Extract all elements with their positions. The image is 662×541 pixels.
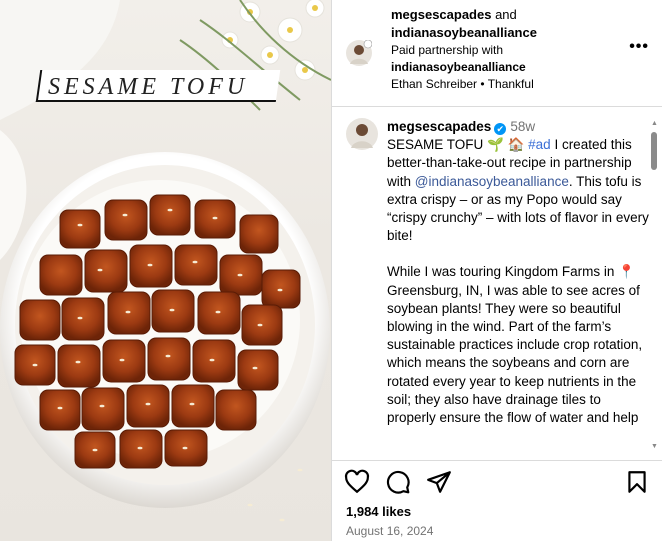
post-detail-panel: megsescapades and indianasoybeanalliance… — [331, 0, 662, 541]
caption-paragraph-2-rest: Greensburg, IN, I was able to see acres … — [387, 282, 643, 426]
caption-author-avatar[interactable] — [346, 118, 378, 150]
coauthor-username[interactable]: indianasoybeanalliance — [391, 24, 537, 42]
image-title: SESAME TOFU — [48, 74, 249, 100]
caption-paragraph-2-text: While I was touring Kingdom Farms in — [387, 264, 619, 280]
location-pin-icon: 📍 — [618, 264, 635, 280]
and-text: and — [491, 7, 517, 22]
post-time[interactable]: 58w — [510, 119, 535, 134]
likes-count[interactable]: 1,984 likes — [346, 504, 411, 519]
scroll-up-arrow-icon[interactable]: ▲ — [651, 120, 658, 127]
like-heart-icon[interactable] — [344, 469, 370, 495]
caption-scrollbar[interactable]: ▲ ▼ — [650, 120, 658, 450]
caption-username[interactable]: megsescapades — [387, 119, 491, 134]
share-send-icon[interactable] — [426, 469, 452, 495]
mention-link[interactable]: @indianasoybeanalliance — [415, 174, 569, 189]
author-username[interactable]: megsescapades — [391, 7, 491, 22]
post-image[interactable]: SESAME TOFU — [0, 0, 331, 541]
author-avatar[interactable] — [346, 40, 372, 66]
caption-text: megsescapades ✔ 58w SESAME TOFU 🌱 🏠 #ad I … — [387, 118, 649, 427]
partner-name[interactable]: indianasoybeanalliance — [391, 59, 537, 76]
more-options-button[interactable]: ••• — [629, 38, 649, 56]
save-bookmark-icon[interactable] — [624, 469, 650, 495]
caption-paragraph-2: While I was touring Kingdom Farms in 📍 Gr… — [387, 263, 649, 427]
comment-icon[interactable] — [385, 469, 411, 495]
verified-badge-icon: ✔ — [494, 123, 507, 135]
header-text-block: megsescapades and indianasoybeanalliance… — [391, 6, 537, 93]
caption-scroll-area[interactable]: megsescapades ✔ 58w SESAME TOFU 🌱 🏠 #ad I … — [332, 108, 662, 460]
post-date: August 16, 2024 — [346, 524, 434, 538]
scroll-down-arrow-icon[interactable]: ▼ — [651, 443, 658, 450]
hashtag-link[interactable]: #ad — [528, 137, 551, 152]
caption-intro: SESAME TOFU 🌱 🏠 — [387, 137, 529, 153]
audio-track[interactable]: Ethan Schreiber • Thankful — [391, 76, 537, 93]
post-header: megsescapades and indianasoybeanalliance… — [332, 0, 662, 107]
post-actions-bar: 1,984 likes August 16, 2024 — [332, 460, 662, 541]
scroll-thumb[interactable] — [651, 132, 657, 170]
partnership-label: Paid partnership with — [391, 43, 504, 57]
